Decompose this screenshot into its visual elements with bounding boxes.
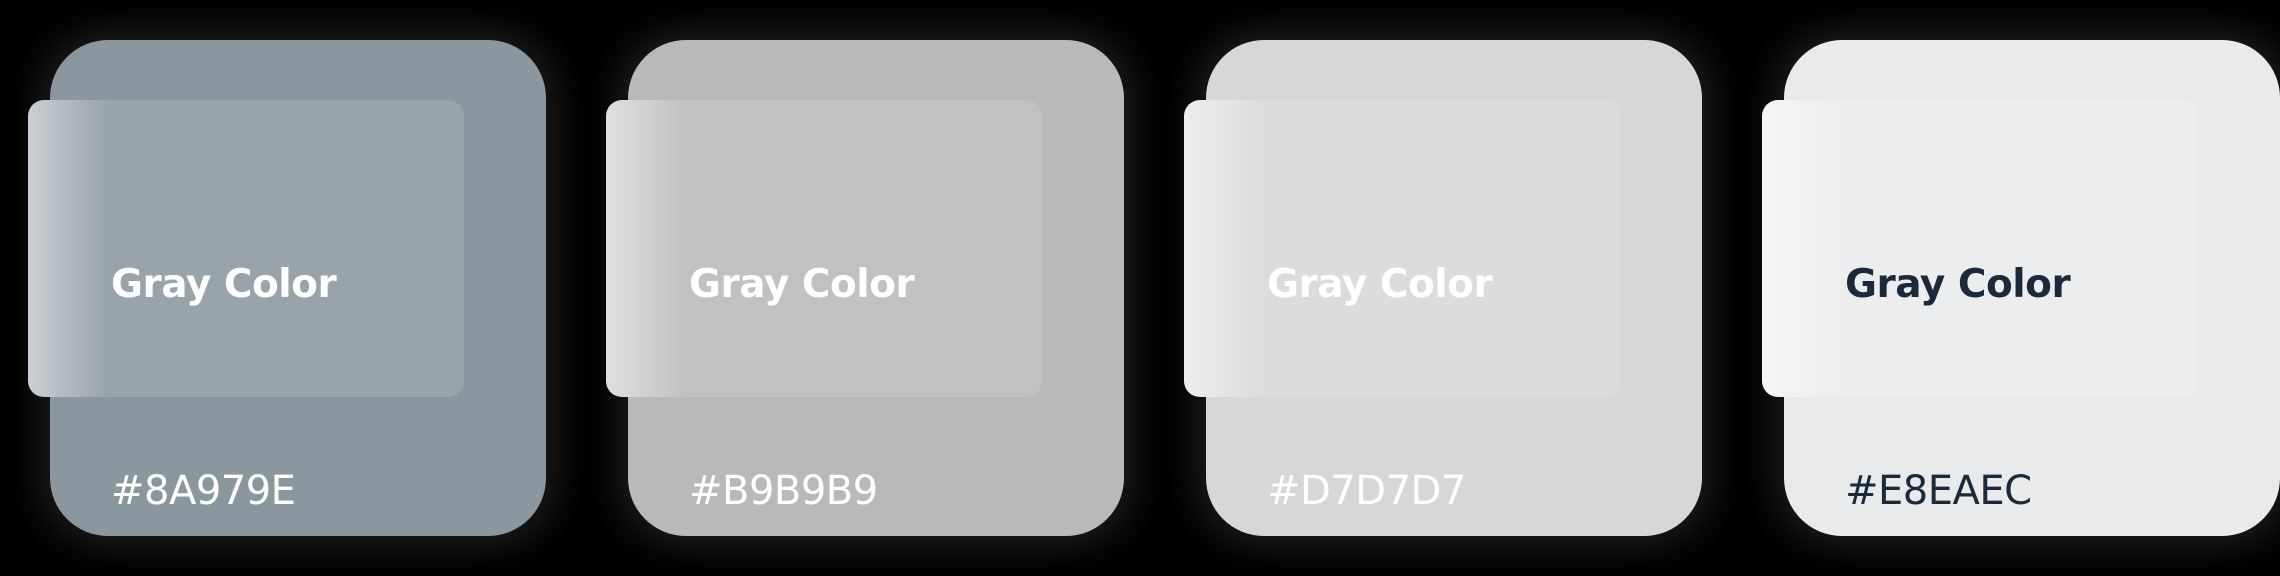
swatch-hex-code: #B9B9B9	[689, 468, 878, 514]
swatch-card-gray-1: Gray Color #8A979E	[28, 40, 546, 536]
swatch-glass-panel	[1762, 100, 2198, 397]
swatch-card-gray-4: Gray Color #E8EAEC	[1762, 40, 2280, 536]
swatch-title: Gray Color	[111, 262, 337, 307]
swatch-row: Gray Color #8A979E Gray Color #B9B9B9 Gr…	[0, 0, 2280, 576]
swatch-card-gray-3: Gray Color #D7D7D7	[1184, 40, 1702, 536]
swatch-title: Gray Color	[1845, 262, 2071, 307]
swatch-card-gray-2: Gray Color #B9B9B9	[606, 40, 1124, 536]
swatch-glass-panel	[1184, 100, 1620, 397]
swatch-glass-panel	[606, 100, 1042, 397]
swatch-hex-code: #E8EAEC	[1845, 468, 2032, 514]
swatch-glass-panel	[28, 100, 464, 397]
swatch-hex-code: #8A979E	[111, 468, 296, 514]
swatch-title: Gray Color	[1267, 262, 1493, 307]
swatch-hex-code: #D7D7D7	[1267, 468, 1466, 514]
swatch-title: Gray Color	[689, 262, 915, 307]
